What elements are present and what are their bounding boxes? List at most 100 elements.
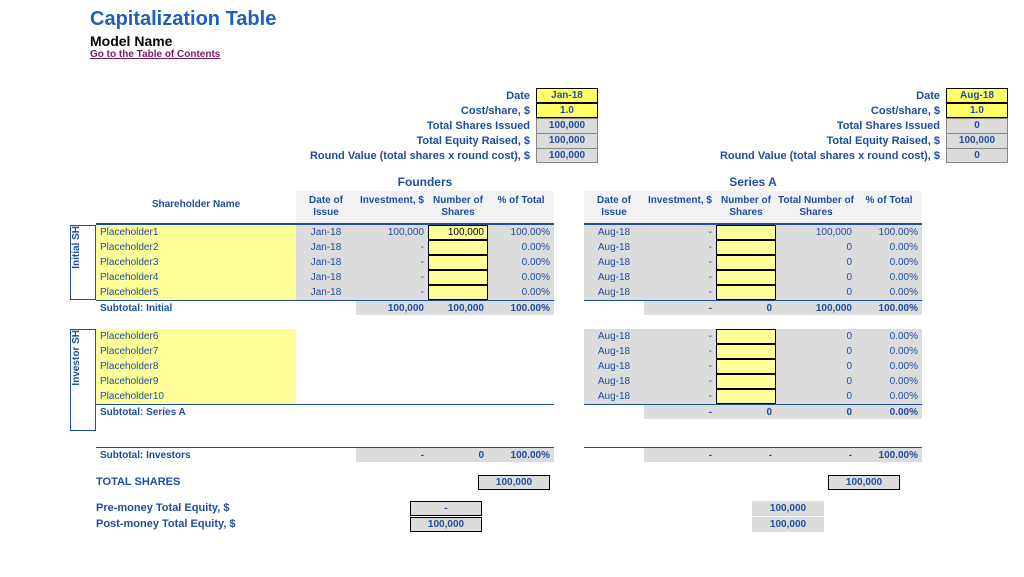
table-cell: Aug-18 [584,344,644,359]
seriesa-roundval: 0 [946,148,1008,163]
table-cell: Aug-18 [584,270,644,285]
shareholder-name[interactable]: Placeholder4 [96,270,296,285]
table-cell[interactable] [716,344,776,359]
table-cell[interactable] [428,285,488,300]
col-doi-a: Date of Issue [584,191,644,225]
shareholder-name[interactable]: Placeholder3 [96,255,296,270]
seriesa-date[interactable]: Aug-18 [946,88,1008,103]
table-cell: Jan-18 [296,270,356,285]
subtotal-cell: 100,000 [428,300,488,315]
table-cell: Aug-18 [584,285,644,300]
total-shares-founders: 100,000 [478,475,550,490]
table-cell: - [644,374,716,389]
founders-date[interactable]: Jan-18 [536,88,598,103]
toc-link[interactable]: Go to the Table of Contents [90,49,1014,60]
subtotal-cell: 0 [776,404,856,419]
table-cell[interactable] [716,255,776,270]
subtotal-seriesa-label: Subtotal: Series A [96,404,296,419]
table-cell: 0 [776,329,856,344]
model-name: Model Name [90,33,1014,49]
col-nshares-f: Number of Shares [428,191,488,225]
subtotal-cell: 100,000 [776,300,856,315]
table-cell[interactable] [716,359,776,374]
table-cell[interactable] [716,374,776,389]
seriesa-section-title: Series A [584,173,922,191]
table-cell: - [644,359,716,374]
table-cell: 0.00% [488,270,554,285]
shareholder-name[interactable]: Placeholder6 [96,329,296,344]
table-cell: 0 [776,240,856,255]
table-cell: - [644,240,716,255]
label-cost-a: Cost/share, $ [628,105,946,117]
label-equity-a: Total Equity Raised, $ [628,135,946,147]
cap-table-grid: Founders Series A Shareholder Name Date … [70,173,1014,462]
table-cell[interactable] [716,285,776,300]
shareholder-name[interactable]: Placeholder8 [96,359,296,374]
table-cell: - [356,285,428,300]
table-cell: 0.00% [488,285,554,300]
subtotal-cell: 0 [716,300,776,315]
label-equity: Total Equity Raised, $ [298,135,536,147]
table-cell: 0 [776,255,856,270]
table-cell[interactable] [716,240,776,255]
col-tnshares-a: Total Number of Shares [776,191,856,225]
col-shareholder: Shareholder Name [96,191,296,225]
seriesa-equity: 100,000 [946,133,1008,148]
total-shares-seriesa: 100,000 [828,475,900,490]
subtotal-cell: 100.00% [856,300,922,315]
table-cell: 0 [776,344,856,359]
table-cell: Aug-18 [584,240,644,255]
table-cell: 0.00% [856,389,922,404]
founders-shares: 100,000 [536,118,598,133]
table-cell[interactable] [428,240,488,255]
table-cell: 0.00% [856,270,922,285]
table-cell: Jan-18 [296,255,356,270]
table-cell: - [644,344,716,359]
pre-money-label: Pre-money Total Equity, $ [96,502,296,514]
shareholder-name[interactable]: Placeholder2 [96,240,296,255]
seriesa-cost[interactable]: 1.0 [946,103,1008,118]
table-cell: 0 [776,359,856,374]
table-cell: 0.00% [856,240,922,255]
label-shares-a: Total Shares Issued [628,120,946,132]
table-cell: - [356,255,428,270]
table-cell[interactable] [716,389,776,404]
table-cell[interactable]: 100,000 [428,225,488,240]
table-cell: Aug-18 [584,374,644,389]
shareholder-name[interactable]: Placeholder1 [96,225,296,240]
label-date: Date [298,90,536,102]
table-cell: 100.00% [856,225,922,240]
table-cell[interactable] [428,255,488,270]
table-cell: 0 [776,285,856,300]
col-pct-a: % of Total [856,191,922,225]
founders-cost[interactable]: 1.0 [536,103,598,118]
shareholder-name[interactable]: Placeholder5 [96,285,296,300]
subtotal-cell: 100.00% [488,300,554,315]
shareholder-name[interactable]: Placeholder7 [96,344,296,359]
table-cell[interactable] [428,270,488,285]
table-cell[interactable] [716,225,776,240]
col-inv-a: Investment, $ [644,191,716,225]
shareholder-name[interactable]: Placeholder9 [96,374,296,389]
subtotal-cell: - [776,447,856,462]
subtotal-cell: 100.00% [488,447,554,462]
col-nshares-a: Number of Shares [716,191,776,225]
table-cell[interactable] [716,329,776,344]
col-pct-f: % of Total [488,191,554,225]
subtotal-cell: 100.00% [856,447,922,462]
vlabel-investor: Investor SH [71,330,82,386]
table-cell: - [644,389,716,404]
table-cell[interactable] [716,270,776,285]
table-cell: 100.00% [488,225,554,240]
table-cell: Aug-18 [584,255,644,270]
shareholder-name[interactable]: Placeholder10 [96,389,296,404]
table-cell: Aug-18 [584,359,644,374]
subtotal-initial-label: Subtotal: Initial [96,300,296,315]
table-cell: 100,000 [356,225,428,240]
label-roundval: Round Value (total shares x round cost),… [298,150,536,162]
table-cell: Aug-18 [584,389,644,404]
post-money-label: Post-money Total Equity, $ [96,518,296,530]
subtotal-investors-label: Subtotal: Investors [96,447,296,462]
table-cell: - [356,270,428,285]
seriesa-shares: 0 [946,118,1008,133]
